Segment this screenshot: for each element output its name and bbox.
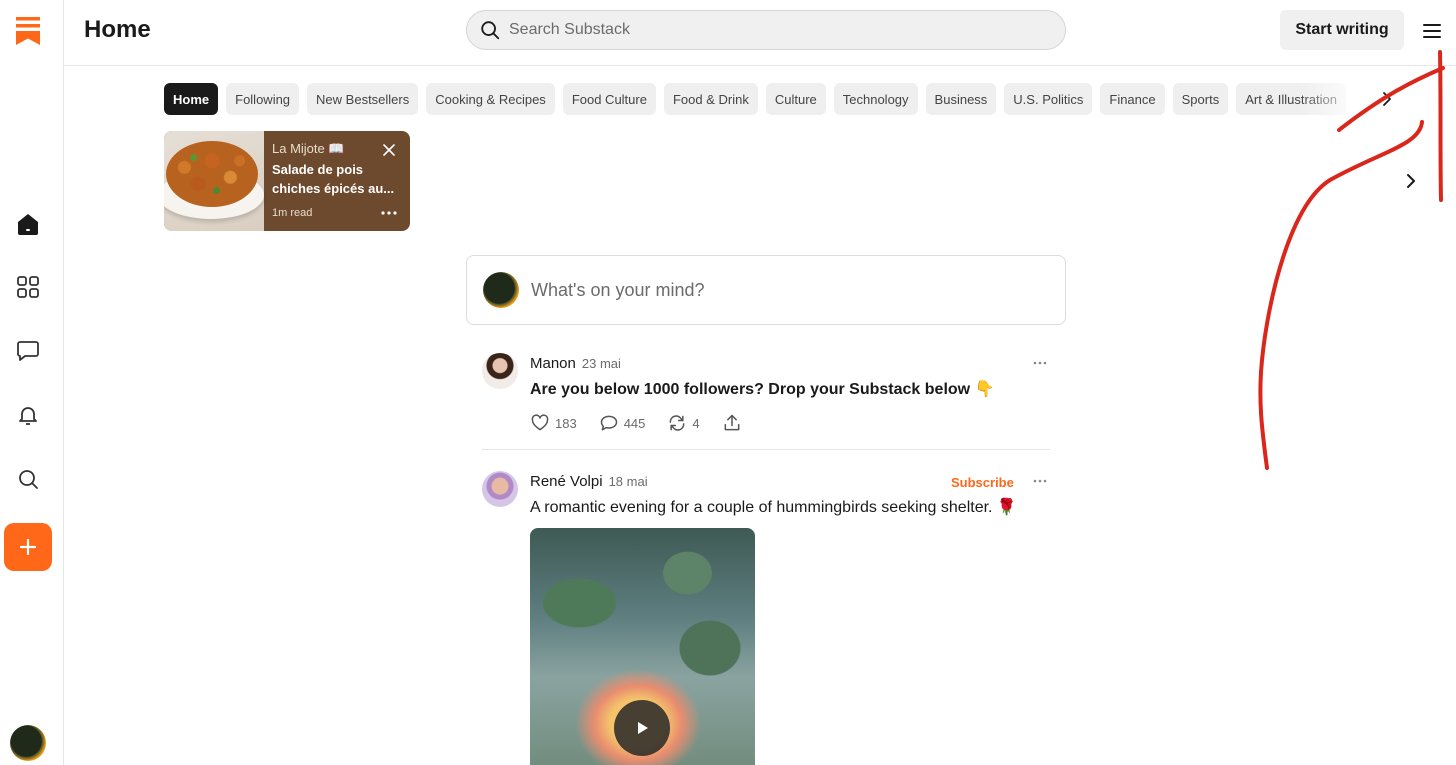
video-player[interactable] [530, 528, 755, 765]
tab-new-bestsellers[interactable]: New Bestsellers [307, 83, 419, 115]
note-post: René Volpi 18 mai Subscribe A romantic ev… [482, 471, 1050, 765]
post-header: Manon 23 mai [530, 355, 621, 372]
tab-us-politics[interactable]: U.S. Politics [1004, 83, 1093, 115]
story-read-time: 1m read [272, 207, 313, 219]
search-icon[interactable] [14, 465, 42, 493]
close-icon[interactable] [382, 143, 396, 157]
top-bar: Home Start writing [64, 0, 1456, 66]
like-button[interactable]: 183 [530, 413, 577, 433]
more-icon[interactable] [1032, 477, 1048, 485]
post-divider [482, 449, 1050, 450]
post-text: Are you below 1000 followers? Drop your … [530, 381, 995, 398]
tab-home[interactable]: Home [164, 83, 219, 115]
restack-button[interactable]: 4 [667, 413, 700, 433]
composer-input[interactable] [531, 279, 1031, 301]
avatar [483, 272, 519, 308]
note-composer[interactable] [466, 255, 1066, 325]
tab-food-drink[interactable]: Food & Drink [663, 83, 758, 115]
note-post: Manon 23 mai Are you below 1000 followers… [482, 353, 1050, 443]
menu-icon[interactable] [1420, 19, 1444, 43]
more-icon[interactable] [380, 207, 398, 219]
like-count: 183 [555, 415, 577, 431]
restack-icon [669, 415, 685, 431]
story-title: Salade de pois chiches épicés au... [272, 162, 395, 196]
page-title: Home [84, 16, 151, 43]
category-tabs: Home Following New Bestsellers Cooking &… [164, 83, 1394, 115]
tab-culture[interactable]: Culture [765, 83, 826, 115]
share-icon [724, 414, 740, 431]
book-icon: 📖 [328, 141, 345, 156]
tab-sports[interactable]: Sports [1172, 83, 1229, 115]
plus-icon [19, 538, 37, 556]
chat-icon[interactable] [14, 337, 42, 365]
tab-technology[interactable]: Technology [833, 83, 918, 115]
subscribe-button[interactable]: Subscribe [951, 475, 1014, 490]
post-text: A romantic evening for a couple of hummi… [530, 499, 1017, 516]
play-icon [638, 722, 648, 734]
search-icon [481, 21, 500, 40]
tab-cooking-recipes[interactable]: Cooking & Recipes [426, 83, 555, 115]
search-bar[interactable] [466, 10, 1066, 50]
tab-business[interactable]: Business [925, 83, 997, 115]
comment-count: 445 [623, 415, 646, 431]
chevron-right-icon[interactable] [1402, 172, 1420, 190]
avatar[interactable] [482, 353, 518, 389]
story-card[interactable]: La Mijote 📖 Salade de pois chiches épicé… [164, 131, 410, 231]
tab-finance[interactable]: Finance [1100, 83, 1165, 115]
create-button[interactable] [4, 523, 52, 571]
more-icon[interactable] [1032, 359, 1048, 367]
comment-button[interactable]: 445 [599, 413, 646, 433]
profile-avatar[interactable] [10, 725, 46, 761]
post-date: 23 mai [581, 356, 621, 371]
post-header: René Volpi 18 mai [530, 473, 648, 490]
post-author[interactable]: René Volpi [530, 473, 603, 490]
start-writing-button[interactable]: Start writing [1280, 10, 1404, 50]
bell-icon[interactable] [14, 401, 42, 429]
tab-following[interactable]: Following [226, 83, 300, 115]
sidebar [0, 0, 64, 765]
avatar[interactable] [482, 471, 518, 507]
search-input[interactable] [509, 21, 1029, 39]
home-icon[interactable] [14, 210, 42, 238]
post-author[interactable]: Manon [530, 355, 576, 372]
heart-icon [531, 414, 549, 431]
chevron-right-icon[interactable] [1378, 90, 1396, 108]
restack-count: 4 [692, 415, 700, 431]
post-actions: 183 445 4 [530, 413, 764, 433]
substack-logo-icon[interactable] [15, 16, 41, 46]
grid-icon[interactable] [14, 273, 42, 301]
share-button[interactable] [722, 413, 742, 433]
story-thumbnail [164, 131, 264, 231]
play-button[interactable] [614, 700, 670, 756]
post-date: 18 mai [608, 474, 648, 489]
comment-icon [600, 415, 617, 431]
tab-food-culture[interactable]: Food Culture [562, 83, 656, 115]
